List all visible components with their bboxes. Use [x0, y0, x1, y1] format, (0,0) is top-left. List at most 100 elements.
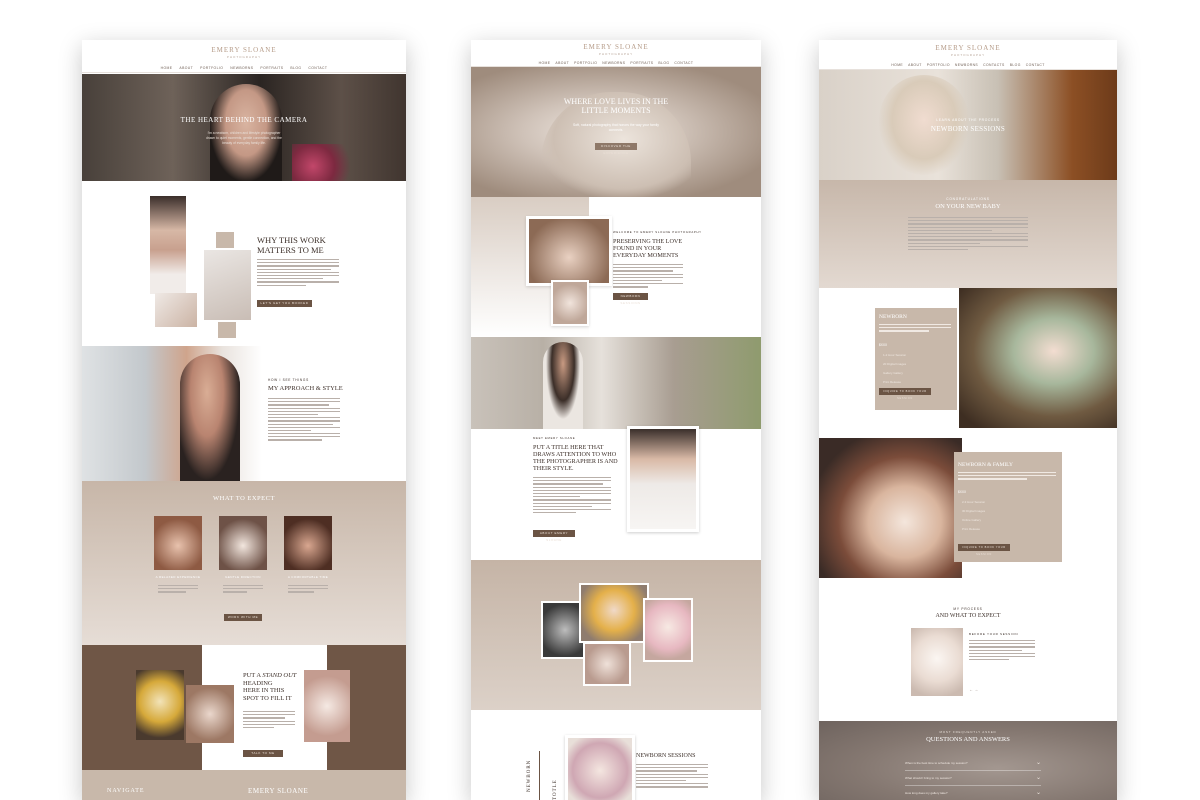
- expect-label-3: A COMFORTABLE TIME: [287, 575, 329, 579]
- nav-item-portraits[interactable]: PORTRAITS: [630, 61, 653, 65]
- expect-photo-3: [284, 516, 332, 570]
- book-button[interactable]: LET'S GET YOU BOOKED: [257, 300, 312, 307]
- expect-text-3: [288, 585, 328, 595]
- expect-photo-1: [154, 516, 202, 570]
- nav-item-contact[interactable]: CONTACT: [1026, 63, 1045, 67]
- package-feature-item: Print Release: [883, 380, 902, 384]
- nav-item-blog[interactable]: BLOG: [1010, 63, 1021, 67]
- faq-item[interactable]: How long does my gallery take? ⌄: [905, 787, 1041, 800]
- hero-cta-button[interactable]: DISCOVER THE EXPERIENCE: [595, 143, 637, 155]
- newborn-price: $XXX: [879, 343, 888, 347]
- nav-item-about[interactable]: ABOUT: [555, 61, 569, 65]
- family-features-list: 2-3 Hour Session 30 Digital Images Online …: [962, 500, 985, 536]
- process-step-title: BEFORE YOUR SESSION: [969, 632, 1019, 636]
- nav-item-portfolio[interactable]: PORTFOLIO: [200, 66, 223, 70]
- brand-subtitle: PHOTOGRAPHY: [950, 53, 986, 57]
- what-to-expect-section: WHAT TO EXPECT A RELAXED EXPERIENCE GENT…: [82, 481, 406, 645]
- nav-item-newborns[interactable]: NEWBORNS: [955, 63, 978, 67]
- newborn-package-section: NEWBORN $XXX 1-2 Hour Session 20 Digital …: [819, 288, 1117, 428]
- brand-logo[interactable]: EMERY SLOANE: [819, 44, 1117, 52]
- vertical-label-1: NEWBORN: [527, 759, 532, 792]
- package-feature-item: Gallery Gallery: [883, 371, 903, 375]
- standout-photo-1: [136, 670, 184, 740]
- nav-item-portraits[interactable]: PORTRAITS: [260, 66, 283, 70]
- nav-item-portfolio[interactable]: PORTFOLIO: [574, 61, 597, 65]
- expect-photo-2: [219, 516, 267, 570]
- process-carousel-arrows[interactable]: ← →: [969, 687, 978, 692]
- why-body-text: [257, 259, 339, 288]
- faq-item[interactable]: When is the best time to schedule my ses…: [905, 757, 1041, 771]
- nav-item-home[interactable]: HOME: [891, 63, 903, 67]
- nav-item-portfolio[interactable]: PORTFOLIO: [927, 63, 950, 67]
- approach-title: MY APPROACH & STYLE: [268, 385, 343, 392]
- standout-photo-2: [186, 685, 234, 743]
- tan-accent-block: [218, 322, 236, 338]
- footer-navigate-heading: NAVIGATE: [107, 788, 145, 794]
- why-title: WHY THIS WORK MATTERS TO ME: [257, 235, 326, 255]
- expect-label-1: A RELAXED EXPERIENCE: [155, 575, 201, 579]
- nav-item-blog[interactable]: BLOG: [290, 66, 301, 70]
- approach-body-text: [268, 398, 340, 443]
- family-package-title: NEWBORN & FAMILY: [958, 462, 1013, 468]
- work-with-me-button[interactable]: WORK WITH ME: [224, 614, 262, 621]
- congrats-body-text: [908, 217, 1028, 252]
- hero-title: THE HEART BEHIND THE CAMERA: [180, 116, 308, 124]
- nav-item-contact[interactable]: CONTACT: [674, 61, 693, 65]
- expect-label-2: GENTLE DIRECTION: [225, 575, 261, 579]
- approach-eyebrow: HOW I SEE THINGS: [268, 378, 309, 382]
- nav-item-about[interactable]: ABOUT: [179, 66, 193, 70]
- nav-item-contact[interactable]: CONTACT: [308, 66, 327, 70]
- nav-item-home[interactable]: HOME: [161, 66, 173, 70]
- about-page-mockup: EMERY SLOANE PHOTOGRAPHY HOME ABOUT PORTFO…: [82, 40, 406, 800]
- nav-item-blog[interactable]: BLOG: [658, 61, 669, 65]
- talk-to-me-button[interactable]: TALK TO ME: [243, 750, 283, 757]
- brand-subtitle: PHOTOGRAPHY: [598, 52, 634, 56]
- faq-eyebrow: MOST FREQUENTLY ASKED: [939, 730, 997, 734]
- newborn-sessions-button[interactable]: NEWBORN SESSIONS: [613, 293, 648, 305]
- main-nav: HOME ABOUT PORTFOLIO NEWBORNS PORTRAITS BLOG C…: [471, 61, 761, 65]
- nav-item-contacts[interactable]: CONTACTS: [983, 63, 1005, 67]
- standout-photo-3: [304, 670, 350, 742]
- hero-sleeping-baby-photo: LEARN ABOUT THE PROCESS NEWBORN SESSIONS: [819, 70, 1117, 180]
- expect-text-1: [158, 585, 198, 595]
- nav-item-newborns[interactable]: NEWBORNS: [602, 61, 625, 65]
- package-feature-item: Print Release: [962, 527, 981, 531]
- newborn-package-card: NEWBORN $XXX 1-2 Hour Session 20 Digital …: [875, 308, 957, 410]
- welcome-eyebrow: WELCOME TO EMERY SLOANE PHOTOGRAPHY: [613, 230, 702, 234]
- brand-logo[interactable]: EMERY SLOANE: [471, 43, 761, 51]
- package-feature-item: 1-2 Hour Session: [883, 353, 907, 357]
- congrats-eyebrow: CONGRATULATIONS: [946, 197, 990, 201]
- detail-photo: [155, 293, 197, 327]
- meet-eyebrow: MEET EMERY SLOANE: [533, 436, 576, 440]
- footer-brand[interactable]: EMERY SLOANE: [248, 787, 308, 795]
- process-photo: [911, 628, 963, 696]
- nav-item-home[interactable]: HOME: [539, 61, 551, 65]
- congrats-title: ON YOUR NEW BABY: [935, 203, 1001, 210]
- vertical-rule: [539, 751, 540, 800]
- family-inquire-button[interactable]: INQUIRE TO BOOK YOUR SESSION: [958, 544, 1010, 556]
- newborn-wrapped-photo: [959, 288, 1117, 428]
- faq-item[interactable]: What should I bring to my session? ⌄: [905, 772, 1041, 786]
- tan-accent-block: [216, 232, 234, 248]
- gallery-section: [471, 560, 761, 710]
- nav-item-newborns[interactable]: NEWBORNS: [230, 66, 253, 70]
- newborn-package-title: NEWBORN: [879, 314, 907, 320]
- about-emery-button[interactable]: ABOUT EMERY SLOANE: [533, 530, 575, 542]
- newborn-body-text: [636, 764, 708, 790]
- newborn-page-mockup: EMERY SLOANE PHOTOGRAPHY HOME ABOUT PORTFO…: [819, 40, 1117, 800]
- package-feature-item: 2-3 Hour Session: [962, 500, 986, 504]
- newborn-inquire-button[interactable]: INQUIRE TO BOOK YOUR SESSION: [879, 388, 931, 400]
- woman-shape: [543, 342, 583, 429]
- family-price: $XXX: [958, 490, 967, 494]
- expect-text-2: [223, 585, 263, 595]
- main-nav: HOME ABOUT PORTFOLIO NEWBORNS PORTRAITS BLOG C…: [82, 66, 406, 70]
- welcome-photo-2: [551, 280, 589, 326]
- faq-question: What should I bring to my session?: [905, 776, 952, 780]
- hero-baby-photo: WHERE LOVE LIVES IN THE LITTLE MOMENTS So…: [471, 67, 761, 197]
- nav-item-about[interactable]: ABOUT: [908, 63, 922, 67]
- package-feature-item: 20 Digital Images: [883, 362, 907, 366]
- package-feature-item: 30 Digital Images: [962, 509, 986, 513]
- brand-logo[interactable]: EMERY SLOANE: [82, 46, 406, 54]
- welcome-body-text: [613, 264, 683, 290]
- portrait-photo: [150, 196, 186, 294]
